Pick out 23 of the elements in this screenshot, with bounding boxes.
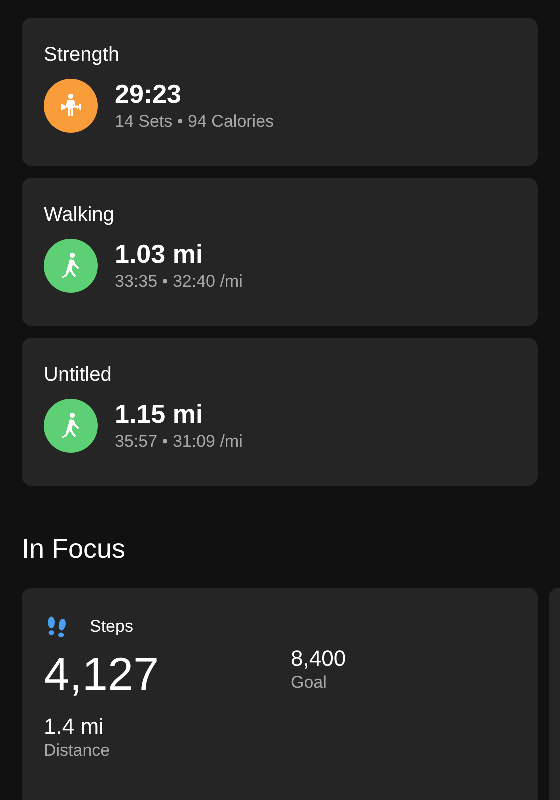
activity-card[interactable]: Strength 29:23 14 Sets • 94 Calories [22,18,538,166]
activity-value: 29:23 [115,78,182,110]
steps-count: 4,127 [44,647,160,702]
distance-value: 1.4 mi [44,714,104,740]
activity-details: 33:35 • 32:40 /mi [115,271,243,293]
activity-details: 35:57 • 31:09 /mi [115,431,243,453]
card-title: Steps [90,617,134,637]
activity-card[interactable]: Untitled 1.15 mi 35:57 • 31:09 /mi [22,338,538,486]
activity-card[interactable]: Walking 1.03 mi 33:35 • 32:40 /mi [22,178,538,326]
section-title: In Focus [22,533,126,566]
distance-label: Distance [44,740,110,762]
walking-person-icon [44,239,98,293]
goal-value: 8,400 [291,646,346,672]
activity-details: 14 Sets • 94 Calories [115,111,274,133]
activity-title: Strength [44,43,120,68]
activity-title: Walking [44,203,114,228]
activity-value: 1.15 mi [115,398,204,430]
weightlifter-icon [44,79,98,133]
activity-value: 1.03 mi [115,238,204,270]
walking-person-icon [44,399,98,453]
goal-label: Goal [291,672,327,694]
activity-title: Untitled [44,363,112,388]
steps-card[interactable]: Steps 4,127 8,400 Goal 1.4 mi Distance [22,588,538,800]
